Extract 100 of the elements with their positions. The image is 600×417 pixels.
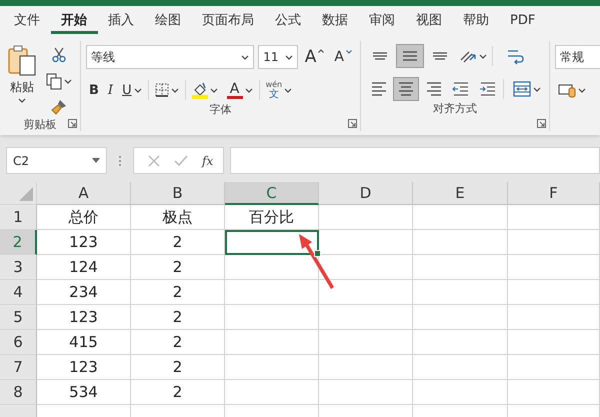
column-header[interactable]: C [225, 182, 319, 205]
ribbon-tab[interactable]: 视图 [406, 10, 453, 34]
table-cell: 123 [37, 355, 131, 380]
row-header[interactable]: 3 [0, 255, 37, 280]
scissors-icon [52, 47, 66, 63]
caret-icon [346, 50, 352, 54]
font-name-field[interactable]: 等线 [86, 45, 254, 69]
ribbon-tab[interactable]: 公式 [265, 10, 312, 34]
group-label: 剪贴板 [22, 117, 58, 133]
row-header[interactable]: 1 [0, 205, 37, 230]
fill-color-icon [192, 82, 208, 98]
caret-icon [92, 158, 100, 163]
caret-icon [134, 88, 142, 92]
shrink-font-button[interactable]: A [331, 45, 355, 69]
table-cell: 总价 [37, 205, 131, 230]
table-cell: 123 [37, 230, 131, 255]
close-icon [148, 154, 160, 166]
number-format-field[interactable]: 常规 [555, 45, 600, 69]
name-box[interactable]: C2 [6, 147, 107, 174]
paste-icon [7, 45, 37, 77]
align-right-icon [426, 82, 442, 96]
table-cell: 百分比 [225, 205, 319, 230]
table-cell: 123 [37, 305, 131, 330]
table-cell: 415 [37, 330, 131, 355]
table-cell: 极点 [131, 205, 225, 230]
phonetic-button[interactable]: wén 文 [262, 78, 296, 102]
align-top-icon [372, 52, 388, 60]
ribbon-tab[interactable]: 帮助 [453, 10, 500, 34]
check-icon [174, 154, 188, 166]
ribbon-tab[interactable]: 数据 [312, 10, 359, 34]
caret-icon [479, 54, 487, 58]
ribbon-tab[interactable]: 文件 [4, 10, 51, 34]
table-cell: 2 [131, 280, 225, 305]
decrease-indent-icon [452, 80, 470, 98]
font-color-button[interactable]: A [224, 78, 256, 102]
group-label: 对齐方式 [432, 101, 478, 117]
currency-format-icon [558, 82, 576, 98]
launcher-icon [68, 119, 77, 128]
column-header[interactable]: D [319, 182, 413, 205]
align-left-icon [370, 82, 387, 96]
grow-font-button[interactable]: A [302, 45, 328, 69]
launcher-icon [348, 119, 357, 128]
caret-icon [241, 54, 250, 60]
row-header[interactable]: 6 [0, 330, 37, 355]
align-middle-button[interactable] [396, 44, 424, 68]
column-header[interactable]: F [508, 182, 600, 205]
group-label: 字体 [208, 102, 232, 118]
row-header[interactable]: 5 [0, 305, 37, 330]
increase-indent-icon [479, 80, 498, 98]
ribbon-tab[interactable]: 页面布局 [192, 10, 265, 34]
caret-icon [210, 88, 218, 92]
merge-cells-icon [512, 81, 531, 97]
table-cell: 2 [131, 305, 225, 330]
column-header[interactable]: E [413, 182, 508, 205]
caret-icon [578, 88, 586, 92]
ribbon-tab[interactable]: 审阅 [359, 10, 406, 34]
ribbon-tab[interactable]: 绘图 [145, 10, 192, 34]
row-header[interactable]: 8 [0, 380, 37, 405]
caret-icon [284, 54, 293, 60]
italic-button[interactable]: I [104, 78, 116, 102]
row-header[interactable]: 7 [0, 355, 37, 380]
caret-icon [64, 78, 72, 84]
column-header[interactable]: A [37, 182, 131, 205]
font-size-field[interactable]: 11 [258, 45, 298, 69]
ribbon-tab[interactable]: 插入 [98, 10, 145, 34]
column-header[interactable]: B [131, 182, 225, 205]
row-header[interactable]: 4 [0, 280, 37, 305]
caret-up-icon [318, 49, 324, 53]
align-center-button[interactable] [393, 77, 419, 101]
caret-icon [244, 88, 253, 92]
align-middle-icon [402, 51, 418, 61]
table-cell: 2 [131, 380, 225, 405]
table-cell: 534 [37, 380, 131, 405]
caret-icon [532, 86, 541, 92]
brush-icon [51, 99, 67, 115]
arrow [296, 232, 336, 290]
select-all-icon [19, 187, 33, 201]
fill-handle[interactable] [314, 250, 321, 257]
more-icon [117, 154, 123, 168]
ribbon-tab[interactable]: PDF [500, 10, 546, 34]
paste-button[interactable]: 粘贴 [5, 41, 39, 109]
caret-icon [284, 88, 292, 92]
table-cell: 2 [131, 230, 225, 255]
borders-icon [154, 83, 169, 97]
formula-input[interactable] [230, 147, 600, 174]
active-cell[interactable] [225, 230, 319, 255]
table-cell: 234 [37, 280, 131, 305]
table-cell: 124 [37, 255, 131, 280]
copy-icon [46, 72, 62, 90]
insert-function-button[interactable]: fx [202, 154, 214, 168]
table-cell: 2 [131, 355, 225, 380]
launcher-icon [537, 119, 546, 128]
row-header[interactable]: 2 [0, 230, 37, 255]
caret-icon [170, 88, 179, 92]
bold-button[interactable]: B [86, 78, 102, 102]
align-bottom-icon [432, 52, 448, 60]
table-cell: 2 [131, 255, 225, 280]
align-center-icon [398, 82, 414, 96]
underline-button[interactable]: U [119, 78, 145, 102]
table-cell: 2 [131, 330, 225, 355]
